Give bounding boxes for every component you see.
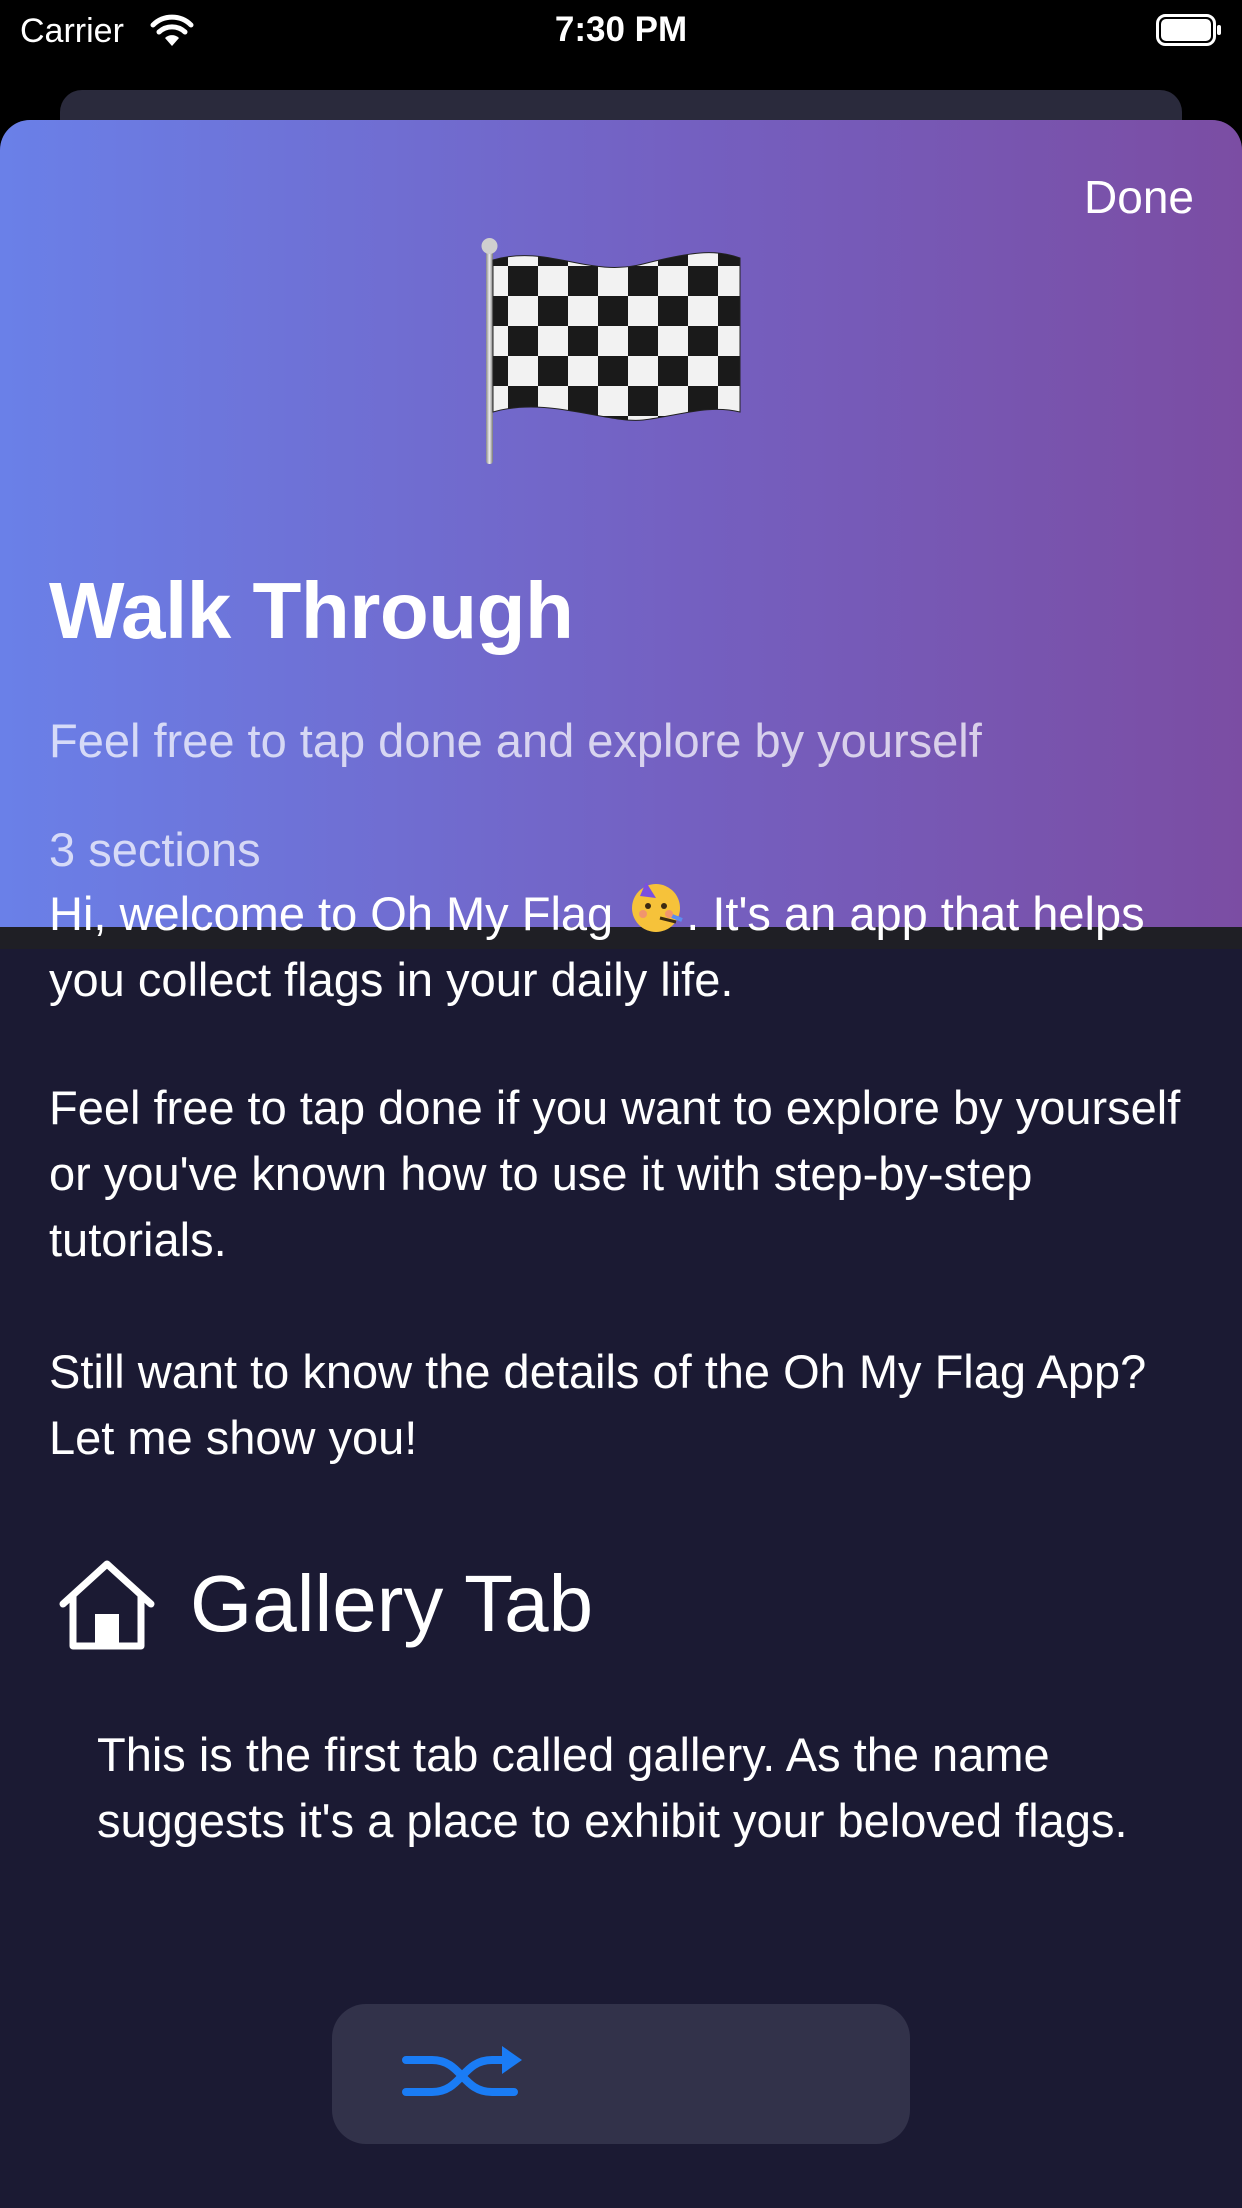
intro-text-part-1: Hi, welcome to Oh My Flag xyxy=(49,887,627,940)
sheet-header: Done Walk Through Feel free to tap done … xyxy=(0,120,1242,927)
section-text-gallery: This is the first tab called gallery. As… xyxy=(97,1728,1128,1847)
section-count: 3 sections xyxy=(49,823,261,876)
house-icon xyxy=(59,1560,155,1650)
preview-card xyxy=(332,2004,910,2144)
status-bar: Carrier 7:30 PM xyxy=(0,0,1242,64)
partying-face-icon xyxy=(632,882,683,932)
section-title-gallery: Gallery Tab xyxy=(190,1559,594,1648)
done-button[interactable]: Done xyxy=(1084,170,1194,224)
status-time: 7:30 PM xyxy=(554,10,688,49)
intro-paragraph-3: Still want to know the details of the Oh… xyxy=(49,1345,1147,1464)
intro-paragraph-1: Hi, welcome to Oh My Flag . It's an app … xyxy=(49,876,1199,1013)
battery-icon xyxy=(1156,14,1221,46)
page-subtitle: Feel free to tap done and explore by you… xyxy=(49,714,982,767)
shuffle-icon xyxy=(402,2046,522,2096)
page-title: Walk Through xyxy=(49,566,574,655)
intro-paragraph-2: Feel free to tap done if you want to exp… xyxy=(49,1081,1181,1266)
checkered-flag-icon xyxy=(481,238,741,464)
